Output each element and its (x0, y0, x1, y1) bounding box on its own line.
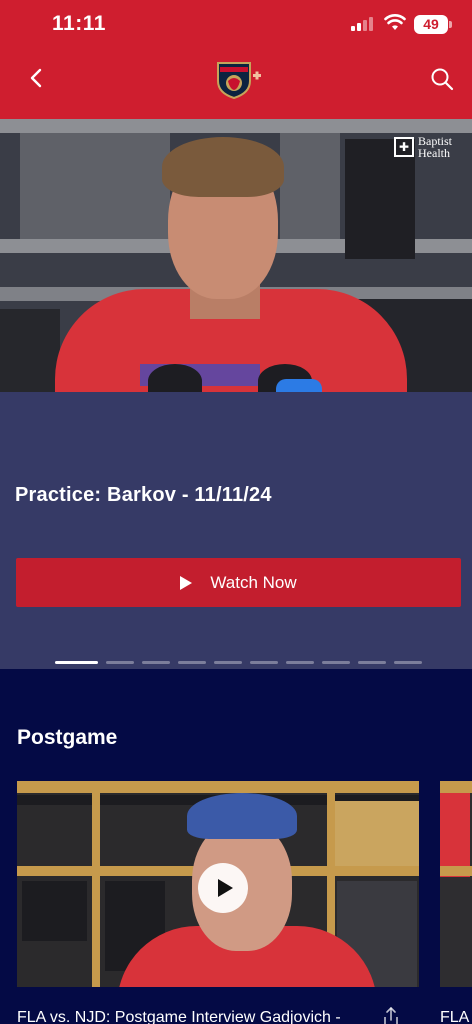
locker-background (280, 129, 340, 239)
signal-icon (351, 17, 375, 31)
watch-now-button[interactable]: Watch Now (16, 558, 461, 607)
featured-card: Practice: Barkov - 11/11/24 Watch Now (0, 392, 472, 669)
locker-cubby (335, 801, 419, 866)
play-icon (180, 575, 193, 590)
battery-level: 49 (414, 15, 448, 34)
status-time: 11:11 (52, 12, 106, 35)
locker-shelf (440, 781, 472, 793)
sponsor-logo: ✚ Baptist Health (394, 135, 452, 159)
microphone-flag (276, 379, 322, 392)
pager-dot[interactable] (250, 661, 278, 664)
carousel-pager[interactable] (55, 661, 422, 664)
search-icon (431, 68, 454, 91)
locker-background (20, 129, 170, 239)
top-bar: 11:11 49 (0, 0, 472, 119)
locker-shelf (440, 866, 472, 876)
play-icon (217, 879, 233, 897)
video-card-title-next[interactable]: FLA (440, 1009, 469, 1024)
share-icon[interactable] (381, 1006, 401, 1024)
player-cap (187, 793, 297, 839)
locker-shelf (0, 119, 472, 133)
pager-dot[interactable] (214, 661, 242, 664)
battery-icon (449, 21, 452, 28)
video-card-thumbnail[interactable] (17, 781, 419, 987)
locker-gear (22, 881, 87, 941)
locker-shelf (17, 781, 419, 793)
pager-dot[interactable] (178, 661, 206, 664)
featured-title: Practice: Barkov - 11/11/24 (15, 484, 272, 506)
hero-video-thumbnail[interactable]: ✚ Baptist Health (0, 119, 472, 392)
panthers-logo[interactable] (214, 59, 262, 99)
pager-dot[interactable] (142, 661, 170, 664)
sponsor-line2: Health (418, 146, 450, 160)
video-card-title[interactable]: FLA vs. NJD: Postgame Interview Gadjovic… (17, 1009, 362, 1024)
search-button[interactable] (427, 64, 457, 94)
chevron-left-icon (30, 68, 42, 88)
back-button[interactable] (22, 64, 50, 92)
watch-now-label: Watch Now (210, 572, 297, 592)
pager-dot-active[interactable] (55, 661, 98, 664)
player-hair (162, 137, 284, 197)
pager-dot[interactable] (394, 661, 422, 664)
pager-dot[interactable] (286, 661, 314, 664)
play-button[interactable] (198, 863, 248, 913)
baptist-health-icon: ✚ (394, 137, 414, 157)
pager-dot[interactable] (322, 661, 350, 664)
section-title-postgame: Postgame (17, 726, 118, 749)
wifi-icon (384, 14, 406, 30)
player-shirt (440, 781, 470, 877)
pager-dot[interactable] (106, 661, 134, 664)
microphone (148, 364, 202, 392)
pager-dot[interactable] (358, 661, 386, 664)
locker-gear (0, 309, 60, 392)
video-card-thumbnail-next[interactable] (440, 781, 472, 987)
locker-divider (92, 781, 100, 987)
